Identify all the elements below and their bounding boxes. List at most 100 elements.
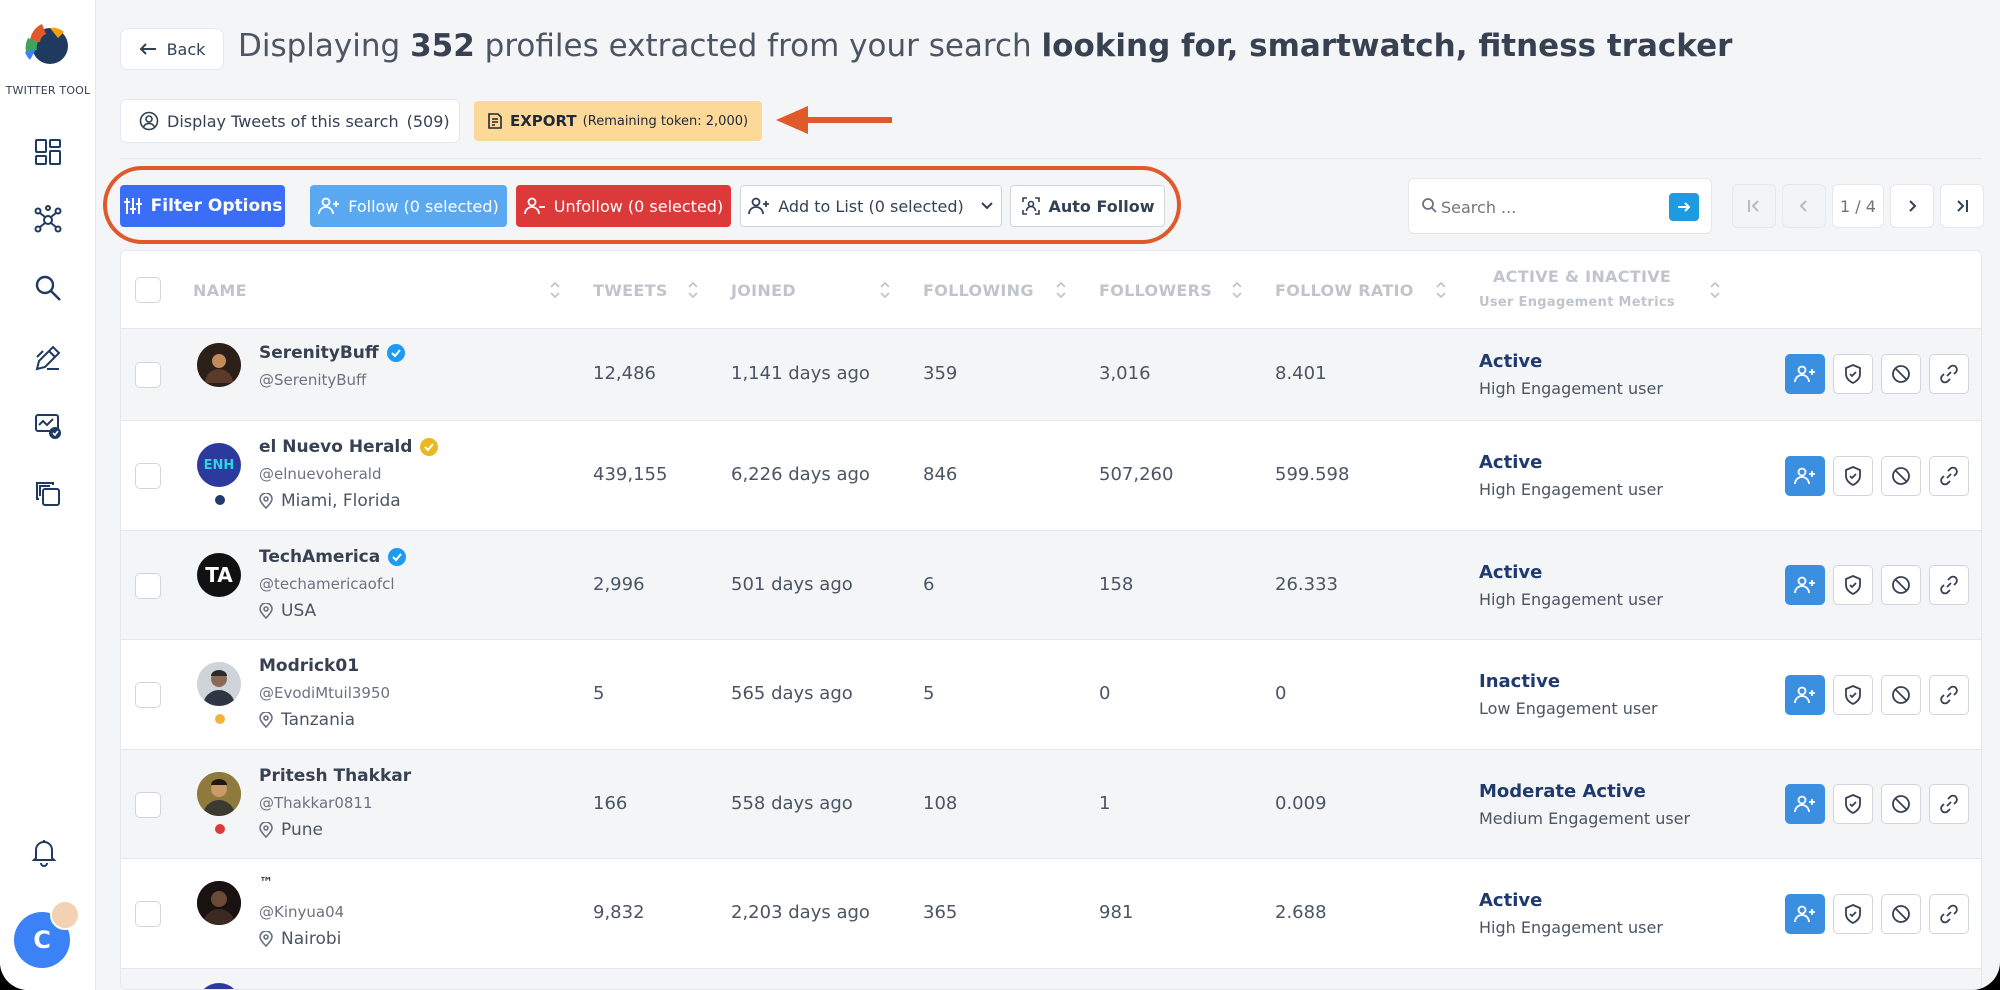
block-button[interactable] xyxy=(1881,894,1921,934)
search-submit-button[interactable] xyxy=(1669,193,1699,221)
link-icon xyxy=(1940,575,1958,595)
profile-avatar[interactable]: TA xyxy=(197,553,241,597)
add-to-list-button[interactable]: Add to List (0 selected) xyxy=(740,185,1002,227)
whitelist-button[interactable] xyxy=(1833,894,1873,934)
first-page-button[interactable] xyxy=(1732,184,1776,228)
profile-avatar[interactable] xyxy=(197,662,241,706)
row-checkbox[interactable] xyxy=(135,573,161,599)
ban-icon xyxy=(1892,576,1910,594)
row-checkbox[interactable] xyxy=(135,362,161,388)
last-page-button[interactable] xyxy=(1940,184,1984,228)
user-plus-icon xyxy=(1794,905,1815,923)
row-checkbox[interactable] xyxy=(135,463,161,489)
sort-icon[interactable] xyxy=(1435,279,1447,301)
table-row: ENH el Nuevo Herald @elnuevoherald Miami… xyxy=(121,421,1981,531)
user-name[interactable]: SerenityBuff xyxy=(259,343,405,363)
row-checkbox[interactable] xyxy=(135,792,161,818)
user-name[interactable]: Modrick01 xyxy=(259,656,359,676)
user-name[interactable]: el Nuevo Herald xyxy=(259,437,439,457)
auto-follow-button[interactable]: Auto Follow xyxy=(1010,185,1165,227)
status-dot xyxy=(215,714,225,724)
export-button[interactable]: EXPORT (Remaining token: 2,000) xyxy=(474,101,762,141)
block-button[interactable] xyxy=(1881,675,1921,715)
verified-badge-icon xyxy=(420,438,439,456)
profile-avatar[interactable] xyxy=(197,772,241,816)
unfollow-button[interactable]: Unfollow (0 selected) xyxy=(516,185,731,227)
network-icon[interactable] xyxy=(30,202,66,238)
status-label: Active xyxy=(1479,890,1543,911)
col-followers[interactable]: FOLLOWERS xyxy=(1099,281,1212,300)
row-checkbox[interactable] xyxy=(135,901,161,927)
follow-ratio-value: 26.333 xyxy=(1275,574,1338,595)
tweets-value: 12,486 xyxy=(593,363,656,384)
col-tweets[interactable]: TWEETS xyxy=(593,281,668,300)
user-name[interactable]: Pritesh Thakkar xyxy=(259,766,411,786)
block-button[interactable] xyxy=(1881,456,1921,496)
sort-icon[interactable] xyxy=(1231,279,1243,301)
col-joined[interactable]: JOINED xyxy=(731,281,796,300)
whitelist-button[interactable] xyxy=(1833,784,1873,824)
profile-link-button[interactable] xyxy=(1929,456,1969,496)
analytics-icon[interactable] xyxy=(30,408,66,444)
col-active-inactive[interactable]: ACTIVE & INACTIVE xyxy=(1493,267,1671,286)
select-all-checkbox[interactable] xyxy=(135,277,161,303)
user-location: Pune xyxy=(259,820,323,840)
profile-avatar[interactable] xyxy=(197,983,241,989)
profile-link-button[interactable] xyxy=(1929,894,1969,934)
whitelist-button[interactable] xyxy=(1833,675,1873,715)
user-location: Nairobi xyxy=(259,929,341,949)
profile-link-button[interactable] xyxy=(1929,565,1969,605)
follow-user-button[interactable] xyxy=(1785,784,1825,824)
next-page-button[interactable] xyxy=(1890,184,1934,228)
follow-user-button[interactable] xyxy=(1785,456,1825,496)
col-follow-ratio[interactable]: FOLLOW RATIO xyxy=(1275,281,1414,300)
engagement-label: Low Engagement user xyxy=(1479,699,1658,718)
profile-avatar[interactable] xyxy=(197,881,241,925)
following-value: 365 xyxy=(923,902,958,923)
search-icon[interactable] xyxy=(30,270,66,306)
sort-icon[interactable] xyxy=(1055,279,1067,301)
user-name[interactable]: TechAmerica xyxy=(259,547,407,567)
back-button[interactable]: Back xyxy=(120,28,224,70)
profile-link-button[interactable] xyxy=(1929,675,1969,715)
follow-user-button[interactable] xyxy=(1785,565,1825,605)
follow-user-button[interactable] xyxy=(1785,894,1825,934)
prev-page-button[interactable] xyxy=(1782,184,1826,228)
col-following[interactable]: FOLLOWING xyxy=(923,281,1034,300)
block-button[interactable] xyxy=(1881,354,1921,394)
copy-icon[interactable] xyxy=(30,476,66,512)
sort-icon[interactable] xyxy=(687,279,699,301)
col-name[interactable]: NAME xyxy=(193,281,247,300)
joined-value: 1,141 days ago xyxy=(731,363,870,384)
sort-icon[interactable] xyxy=(879,279,891,301)
dashboard-icon[interactable] xyxy=(30,134,66,170)
sort-icon[interactable] xyxy=(1709,279,1721,301)
profile-link-button[interactable] xyxy=(1929,354,1969,394)
profile-avatar[interactable]: ENH xyxy=(197,443,241,487)
filter-options-button[interactable]: Filter Options xyxy=(120,185,285,227)
whitelist-button[interactable] xyxy=(1833,354,1873,394)
bell-icon[interactable] xyxy=(26,834,62,870)
sort-icon[interactable] xyxy=(549,279,561,301)
follow-user-button[interactable] xyxy=(1785,675,1825,715)
user-plus-icon xyxy=(1794,686,1815,704)
follow-ratio-value: 0.009 xyxy=(1275,793,1327,814)
block-button[interactable] xyxy=(1881,784,1921,824)
search-input[interactable] xyxy=(1441,195,1661,219)
profile-link-button[interactable] xyxy=(1929,784,1969,824)
app-logo[interactable] xyxy=(20,18,76,74)
whitelist-button[interactable] xyxy=(1833,565,1873,605)
engagement-label: Medium Engagement user xyxy=(1479,809,1691,828)
profile-avatar[interactable] xyxy=(197,343,241,387)
follow-button[interactable]: Follow (0 selected) xyxy=(310,185,507,227)
row-checkbox[interactable] xyxy=(135,682,161,708)
block-button[interactable] xyxy=(1881,565,1921,605)
whitelist-button[interactable] xyxy=(1833,456,1873,496)
edit-icon[interactable] xyxy=(30,340,66,376)
display-tweets-button[interactable]: Display Tweets of this search (509) xyxy=(120,99,460,143)
avatar-initials: TA xyxy=(205,563,233,587)
user-name[interactable]: ™ xyxy=(259,875,273,891)
follow-user-button[interactable] xyxy=(1785,354,1825,394)
auto-follow-label: Auto Follow xyxy=(1048,196,1155,216)
following-value: 6 xyxy=(923,574,935,595)
